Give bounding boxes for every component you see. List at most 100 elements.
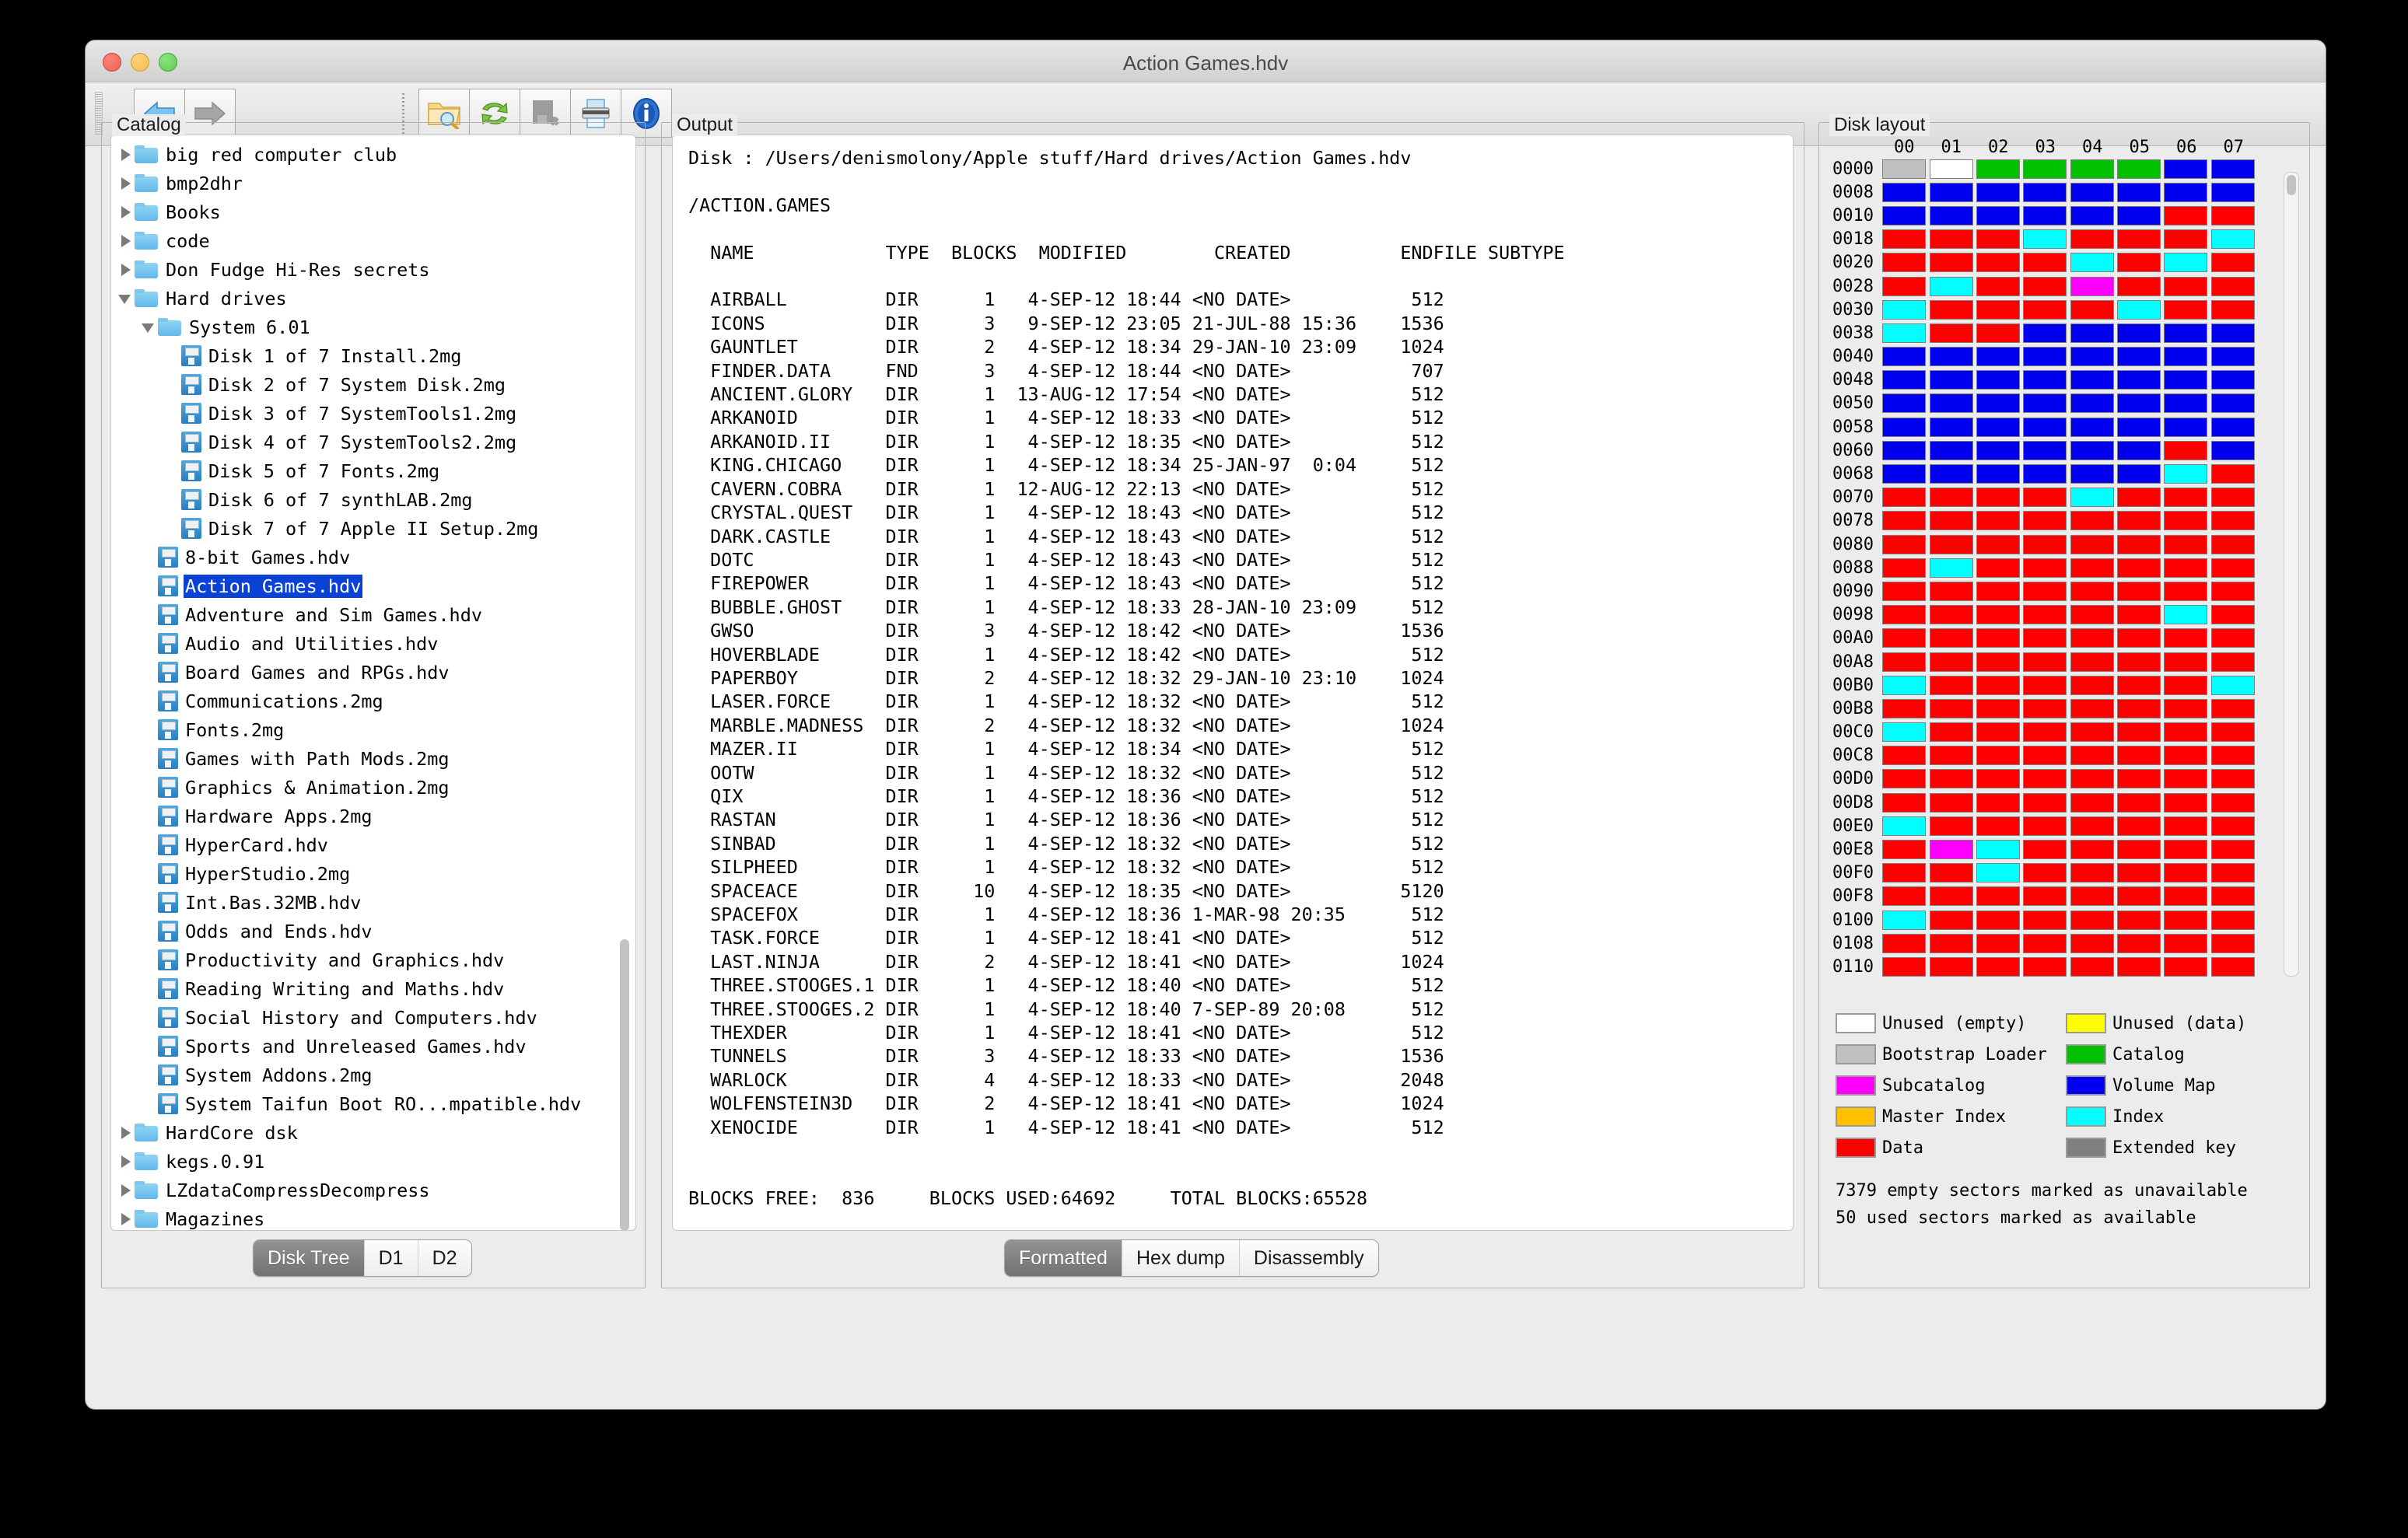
sector-cell-data[interactable]: [2070, 933, 2114, 953]
sector-cell-volume-map[interactable]: [2210, 417, 2255, 437]
sector-cell-index[interactable]: [2164, 605, 2208, 625]
sector-cell-volume-map[interactable]: [2023, 370, 2067, 390]
sector-cell-data[interactable]: [1882, 229, 1927, 250]
sector-cell-data[interactable]: [1929, 628, 1973, 648]
sector-cell-volume-map[interactable]: [1929, 440, 1973, 460]
tree-item[interactable]: Social History and Computers.hdv: [117, 1003, 635, 1032]
catalog-tab-d2[interactable]: D2: [418, 1240, 471, 1276]
sector-cell-data[interactable]: [2117, 933, 2161, 953]
sector-cell-volume-map[interactable]: [2164, 323, 2208, 343]
sector-cell-volume-map[interactable]: [2117, 323, 2161, 343]
sector-cell-volume-map[interactable]: [1976, 370, 2020, 390]
sector-cell-data[interactable]: [1929, 323, 1973, 343]
sector-cell-data[interactable]: [2070, 746, 2114, 766]
sector-cell-volume-map[interactable]: [2117, 464, 2161, 484]
sector-cell-data[interactable]: [2164, 205, 2208, 225]
sector-cell-data[interactable]: [2164, 886, 2208, 907]
sector-cell-data[interactable]: [2210, 746, 2255, 766]
sector-cell-data[interactable]: [2117, 956, 2161, 977]
sector-cell-data[interactable]: [1929, 581, 1973, 601]
sector-cell-data[interactable]: [2164, 698, 2208, 718]
sector-cell-data[interactable]: [2117, 863, 2161, 883]
sector-cell-volume-map[interactable]: [1929, 393, 1973, 414]
sector-cell-data[interactable]: [2070, 534, 2114, 554]
sector-cell-volume-map[interactable]: [2117, 440, 2161, 460]
sector-cell-data[interactable]: [1929, 534, 1973, 554]
sector-cell-data[interactable]: [1882, 698, 1927, 718]
sector-cell-data[interactable]: [2210, 558, 2255, 578]
sector-cell-data[interactable]: [1976, 605, 2020, 625]
sector-cell-data[interactable]: [2210, 910, 2255, 930]
sector-cell-volume-map[interactable]: [2210, 182, 2255, 202]
sector-cell-data[interactable]: [2070, 299, 2114, 320]
sector-cell-volume-map[interactable]: [2210, 347, 2255, 367]
chevron-right-icon[interactable]: [117, 261, 135, 278]
sector-cell-volume-map[interactable]: [1976, 347, 2020, 367]
sector-cell-volume-map[interactable]: [1976, 417, 2020, 437]
sector-cell-data[interactable]: [2164, 276, 2208, 296]
sector-cell-index[interactable]: [1976, 863, 2020, 883]
sector-cell-volume-map[interactable]: [2210, 393, 2255, 414]
tree-item[interactable]: Don Fudge Hi-Res secrets: [117, 255, 635, 284]
sector-cell-volume-map[interactable]: [2164, 417, 2208, 437]
tree-item[interactable]: Adventure and Sim Games.hdv: [117, 600, 635, 629]
sector-cell-data[interactable]: [2023, 488, 2067, 508]
sector-cell-volume-map[interactable]: [2023, 464, 2067, 484]
sector-cell-data[interactable]: [2070, 956, 2114, 977]
tree-item[interactable]: Sports and Unreleased Games.hdv: [117, 1032, 635, 1061]
sector-cell-data[interactable]: [2023, 581, 2067, 601]
sector-cell-data[interactable]: [2210, 652, 2255, 672]
sector-grid[interactable]: 0000 0008 0010 0018 0020 0028 0030 0038 0040 0048…: [1832, 157, 2257, 979]
sector-cell-data[interactable]: [2117, 722, 2161, 743]
tree-item[interactable]: Hardware Apps.2mg: [117, 802, 635, 830]
sector-cell-data[interactable]: [2164, 816, 2208, 836]
sector-cell-subcatalog[interactable]: [2070, 276, 2114, 296]
sector-cell-volume-map[interactable]: [1882, 393, 1927, 414]
sector-cell-data[interactable]: [1976, 886, 2020, 907]
sector-cell-volume-map[interactable]: [1882, 205, 1927, 225]
sector-cell-data[interactable]: [1976, 746, 2020, 766]
sector-cell-volume-map[interactable]: [1882, 440, 1927, 460]
sector-cell-data[interactable]: [2210, 816, 2255, 836]
sector-cell-index[interactable]: [1882, 299, 1927, 320]
tree-item[interactable]: Disk 4 of 7 SystemTools2.2mg: [117, 428, 635, 456]
sector-cell-data[interactable]: [2023, 675, 2067, 695]
sector-cell-volume-map[interactable]: [2070, 323, 2114, 343]
output-text-scroll[interactable]: Disk : /Users/denismolony/Apple stuff/Ha…: [672, 135, 1794, 1231]
sector-cell-data[interactable]: [1976, 558, 2020, 578]
sector-grid-scrollbar[interactable]: [2284, 172, 2299, 977]
sector-cell-data[interactable]: [1929, 229, 1973, 250]
chevron-right-icon[interactable]: [117, 175, 135, 192]
tree-item[interactable]: Audio and Utilities.hdv: [117, 629, 635, 658]
sector-cell-volume-map[interactable]: [1929, 417, 1973, 437]
sector-cell-volume-map[interactable]: [2164, 393, 2208, 414]
sector-cell-index[interactable]: [1882, 323, 1927, 343]
sector-cell-data[interactable]: [2023, 816, 2067, 836]
sector-cell-index[interactable]: [1882, 816, 1927, 836]
sector-cell-data[interactable]: [1976, 229, 2020, 250]
sector-cell-data[interactable]: [2023, 863, 2067, 883]
sector-cell-data[interactable]: [2117, 581, 2161, 601]
sector-cell-volume-map[interactable]: [2210, 159, 2255, 179]
sector-cell-data[interactable]: [1929, 299, 1973, 320]
sector-cell-data[interactable]: [2023, 652, 2067, 672]
sector-cell-data[interactable]: [2164, 863, 2208, 883]
sector-cell-data[interactable]: [2070, 792, 2114, 813]
sector-cell-data[interactable]: [1976, 675, 2020, 695]
sector-cell-volume-map[interactable]: [2117, 347, 2161, 367]
chevron-right-icon[interactable]: [117, 146, 135, 163]
sector-cell-index[interactable]: [2070, 253, 2114, 273]
sector-cell-data[interactable]: [2210, 769, 2255, 789]
chevron-right-icon[interactable]: [117, 1124, 135, 1141]
sector-cell-data[interactable]: [1976, 276, 2020, 296]
sector-cell-data[interactable]: [2164, 840, 2208, 860]
tree-item[interactable]: Disk 7 of 7 Apple II Setup.2mg: [117, 514, 635, 543]
sector-cell-data[interactable]: [2164, 229, 2208, 250]
sector-cell-data[interactable]: [2210, 581, 2255, 601]
sector-cell-data[interactable]: [1976, 581, 2020, 601]
tree-item[interactable]: LZdataCompressDecompress: [117, 1176, 635, 1204]
sector-cell-data[interactable]: [1882, 253, 1927, 273]
sector-cell-volume-map[interactable]: [2070, 205, 2114, 225]
sector-cell-volume-map[interactable]: [1929, 347, 1973, 367]
sector-cell-volume-map[interactable]: [2070, 347, 2114, 367]
